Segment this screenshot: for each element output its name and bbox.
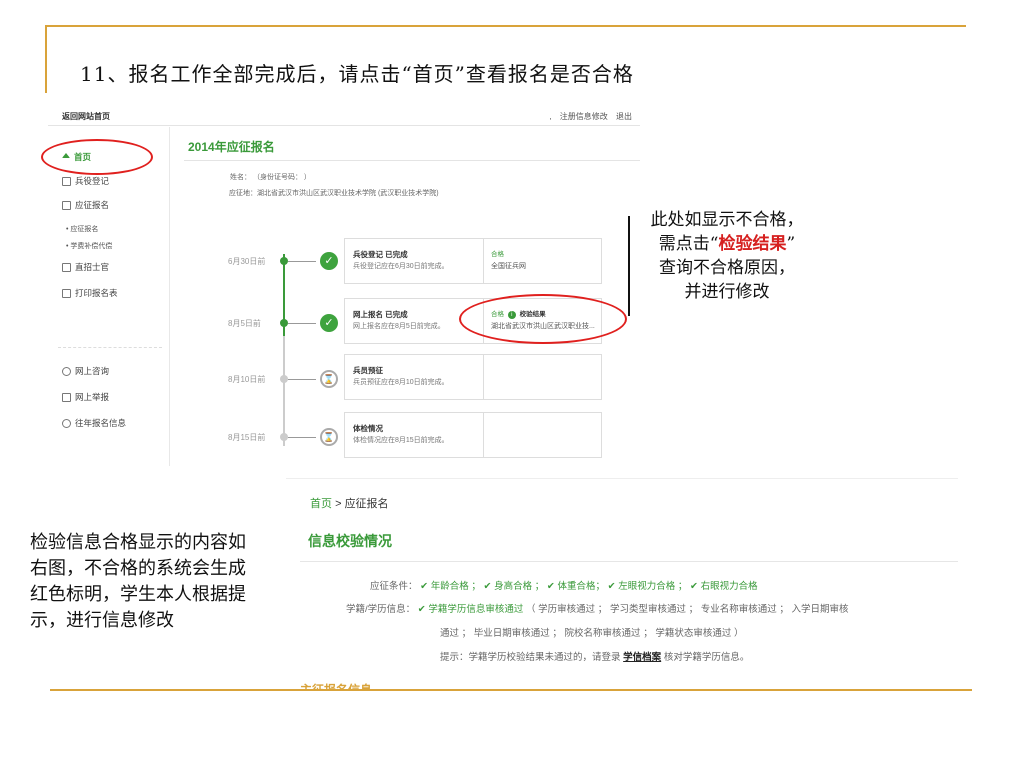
highlight-oval-verify — [459, 294, 627, 344]
hint-text: 提示：学籍学历校验结果未通过的，请登录 — [440, 652, 621, 663]
slide-title: 11、报名工作全部完成后，请点击“首页”查看报名是否合格 — [80, 62, 634, 86]
timeline-dot — [280, 433, 288, 441]
step-desc: 兵员预征应在8月10日前完成。 — [353, 379, 449, 386]
timeline-connector — [288, 379, 316, 380]
annotation-line: 此处如显示不合格， — [650, 210, 804, 230]
education-status: ✔ 学籍学历信息审核通过 — [417, 604, 524, 615]
timeline-dot — [280, 375, 288, 383]
top-bar: 返回网站首页 , 注册信息修改 退出 — [48, 106, 640, 126]
account-links[interactable]: , 注册信息修改 退出 — [549, 111, 632, 122]
annotation-line: 需点击“检验结果” — [622, 232, 832, 256]
slide-note: 检验信息合格显示的内容如右图，不合格的系统会生成红色标明，学生本人根据提示，进行… — [30, 532, 246, 631]
card-divider — [483, 413, 484, 457]
sidebar-item-label: 直招士官 — [75, 262, 110, 272]
slide-left-rule — [45, 25, 47, 93]
hint-row: 提示：学籍学历校验结果未通过的，请登录 学信档案 核对学籍学历信息。 — [440, 649, 749, 663]
timeline-card: 体检情况 体检情况应在8月15日前完成。 — [344, 412, 602, 458]
heading-divider — [184, 160, 640, 161]
printer-icon — [62, 288, 71, 298]
timeline-card: 兵员预征 兵员预征应在8月10日前完成。 — [344, 354, 602, 400]
annotation-text-part: ” — [786, 234, 796, 254]
timeline-connector — [288, 261, 316, 262]
step-title: 网上报名 已完成 — [353, 310, 408, 319]
education-label: 学籍/学历信息： — [346, 604, 416, 615]
hourglass-icon: ⌛ — [320, 370, 338, 388]
education-row: 学籍/学历信息： ✔ 学籍学历信息审核通过 （ 学历审核通过 ； 学习类型审核通… — [346, 601, 849, 615]
card-divider — [483, 355, 484, 399]
timeline-connector — [288, 437, 316, 438]
breadcrumb: 首页 > 应征报名 — [310, 495, 389, 511]
timeline-connector — [288, 323, 316, 324]
timeline-dot — [280, 257, 288, 265]
conditions-value: ✔ 年龄合格 ； ✔ 身高合格 ； ✔ 体重合格； ✔ 左眼视力合格 ； ✔ 右… — [420, 581, 758, 592]
xuexin-archive-link[interactable]: 学信档案 — [623, 652, 661, 663]
sidebar-subitem-enlistment[interactable]: • 应征报名 — [66, 224, 98, 234]
timeline-date: 8月15日前 — [228, 433, 266, 442]
annotation-line: 并进行修改 — [684, 282, 770, 302]
timeline-line-pending — [283, 336, 285, 446]
sidebar-item-report[interactable]: 网上举报 — [62, 391, 109, 403]
card-icon — [62, 262, 71, 272]
step-title: 兵员预征 — [353, 366, 383, 375]
sidebar-item-label: 网上咨询 — [75, 366, 110, 376]
sidebar-item-label: 网上举报 — [75, 392, 110, 402]
verification-screenshot: 首页 > 应征报名 信息校验情况 应征条件： ✔ 年龄合格 ； ✔ 身高合格 ；… — [286, 478, 958, 690]
chat-icon — [62, 366, 71, 376]
page-heading: 2014年应征报名 — [188, 140, 275, 154]
education-detail-line2: 通过 ； 毕业日期审核通过 ； 院校名称审核通过 ； 学籍状态审核通过 ） — [440, 628, 744, 639]
check-icon: ✓ — [320, 252, 338, 270]
annotation-line: 查询不合格原因， — [659, 258, 795, 278]
breadcrumb-current: 应征报名 — [344, 498, 389, 510]
section-divider — [300, 561, 958, 562]
timeline-dot — [280, 319, 288, 327]
sidebar-item-enlistment[interactable]: 应征报名 — [62, 199, 109, 211]
timeline-date: 8月10日前 — [228, 375, 266, 384]
applicant-name: 姓名： （身份证号码： ） — [230, 174, 311, 181]
step-desc: 网上报名应在8月5日前完成。 — [353, 323, 445, 330]
form-icon — [62, 200, 71, 210]
step-title: 兵役登记 已完成 — [353, 250, 408, 259]
step-detail: 全国征兵网 — [491, 263, 526, 270]
sidebar-divider — [58, 347, 162, 348]
section-title: 信息校验情况 — [308, 533, 392, 549]
sidebar-item-label: 兵役登记 — [75, 176, 110, 186]
history-icon — [62, 418, 71, 428]
timeline-date: 8月5日前 — [228, 319, 261, 328]
back-to-home-link[interactable]: 返回网站首页 — [62, 111, 110, 122]
timeline-date: 6月30日前 — [228, 257, 266, 266]
hint-text: 核对学籍学历信息。 — [663, 652, 750, 663]
sidebar-item-consult[interactable]: 网上咨询 — [62, 365, 109, 377]
highlight-oval-home — [41, 139, 153, 175]
breadcrumb-separator: > — [335, 498, 342, 510]
timeline-card: 兵役登记 已完成 兵役登记应在6月30日前完成。 合格 全国征兵网 — [344, 238, 602, 284]
slide-top-rule — [46, 25, 966, 27]
step-desc: 体检情况应在8月15日前完成。 — [353, 437, 449, 444]
sidebar-item-history[interactable]: 往年报名信息 — [62, 417, 126, 429]
annotation-text: 此处如显示不合格， 需点击“检验结果” 查询不合格原因， 并进行修改 — [622, 208, 832, 304]
conditions-label: 应征条件： — [370, 581, 418, 592]
annotation-highlight: 检验结果 — [718, 234, 787, 254]
education-detail: （ 学历审核通过 ； 学习类型审核通过 ； 专业名称审核通过 ； 入学日期审核 — [526, 604, 849, 615]
step-title: 体检情况 — [353, 424, 383, 433]
breadcrumb-home[interactable]: 首页 — [310, 498, 332, 510]
applicant-place: 应征地：湖北省武汉市洪山区武汉职业技术学院 (武汉职业技术学院) — [229, 190, 439, 197]
sidebar-item-label: 往年报名信息 — [75, 418, 127, 428]
sidebar-item-label: 打印报名表 — [75, 288, 118, 298]
sidebar: 首页 兵役登记 应征报名 • 应征报名 • 学费补偿代偿 直招士官 打印报名表 … — [48, 127, 170, 466]
hourglass-icon: ⌛ — [320, 428, 338, 446]
conditions-row: 应征条件： ✔ 年龄合格 ； ✔ 身高合格 ； ✔ 体重合格； ✔ 左眼视力合格… — [370, 578, 758, 592]
status-badge: 合格 — [491, 251, 504, 258]
sidebar-item-label: 应征报名 — [75, 200, 110, 210]
document-icon — [62, 176, 71, 186]
sidebar-subitem-tuition[interactable]: • 学费补偿代偿 — [66, 241, 112, 251]
slide-bottom-rule — [50, 689, 972, 691]
check-icon: ✓ — [320, 314, 338, 332]
sidebar-item-military-registration[interactable]: 兵役登记 — [62, 175, 109, 187]
sidebar-item-print[interactable]: 打印报名表 — [62, 287, 118, 299]
sidebar-item-nco[interactable]: 直招士官 — [62, 261, 109, 273]
annotation-text-part: 需点击“ — [658, 234, 719, 254]
step-desc: 兵役登记应在6月30日前完成。 — [353, 263, 449, 270]
mail-icon — [62, 392, 71, 402]
card-divider — [483, 239, 484, 283]
